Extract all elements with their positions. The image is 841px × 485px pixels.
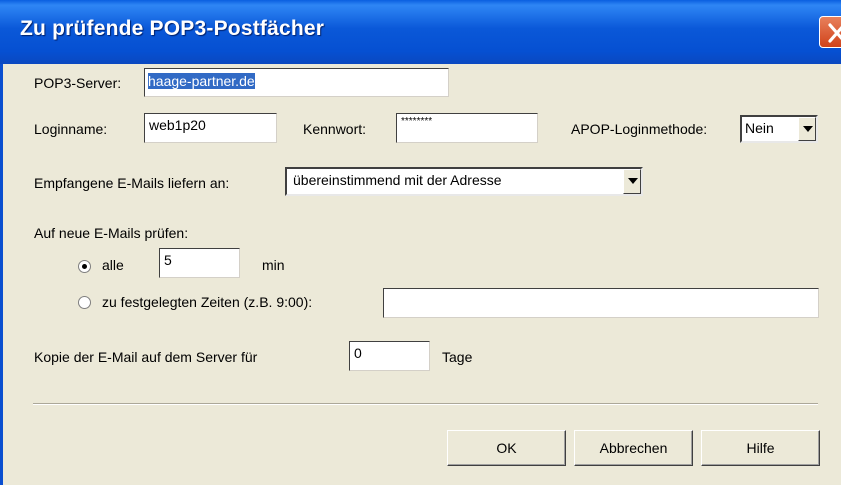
pop3-server-label: POP3-Server: xyxy=(34,75,122,91)
loginname-label: Loginname: xyxy=(34,121,108,137)
apop-label: APOP-Loginmethode: xyxy=(571,121,708,137)
fixed-times-input[interactable] xyxy=(383,288,819,318)
loginname-input[interactable]: web1p20 xyxy=(144,113,277,143)
apop-value: Nein xyxy=(745,120,774,136)
chevron-down-icon[interactable] xyxy=(798,117,816,141)
copy-days-input[interactable]: 0 xyxy=(349,341,430,371)
window-border xyxy=(0,64,3,485)
deliver-select[interactable]: übereinstimmend mit der Adresse xyxy=(285,167,643,196)
close-button[interactable] xyxy=(819,16,841,48)
password-value: ******** xyxy=(401,116,433,127)
apop-select[interactable]: Nein xyxy=(740,115,818,143)
check-label: Auf neue E-Mails prüfen: xyxy=(34,225,189,241)
separator xyxy=(33,403,818,405)
copy-days-value: 0 xyxy=(354,345,362,361)
ok-button[interactable]: OK xyxy=(447,430,566,466)
every-radio[interactable] xyxy=(78,260,91,273)
pop3-server-input[interactable]: haage-partner.de xyxy=(144,68,449,97)
every-unit: min xyxy=(262,257,285,273)
password-label: Kennwort: xyxy=(303,121,367,137)
deliver-value: übereinstimmend mit der Adresse xyxy=(293,172,502,188)
every-interval-input[interactable]: 5 xyxy=(159,248,240,278)
fixed-times-radio[interactable] xyxy=(78,296,91,309)
help-button[interactable]: Hilfe xyxy=(701,430,820,466)
chevron-down-icon[interactable] xyxy=(623,169,641,194)
copy-label: Kopie der E-Mail auf dem Server für xyxy=(34,349,258,365)
deliver-label: Empfangene E-Mails liefern an: xyxy=(34,175,230,191)
copy-unit: Tage xyxy=(442,349,473,365)
title-bar[interactable]: Zu prüfende POP3-Postfächer xyxy=(0,0,841,64)
close-icon xyxy=(828,23,841,43)
window-title: Zu prüfende POP3-Postfächer xyxy=(20,17,325,40)
fixed-times-label[interactable]: zu festgelegten Zeiten (z.B. 9:00): xyxy=(102,294,312,310)
every-interval-value: 5 xyxy=(164,252,172,268)
loginname-value: web1p20 xyxy=(149,117,206,133)
pop3-server-value: haage-partner.de xyxy=(148,73,255,89)
cancel-button[interactable]: Abbrechen xyxy=(574,430,693,466)
every-label[interactable]: alle xyxy=(102,257,124,273)
password-input[interactable]: ******** xyxy=(396,113,538,143)
